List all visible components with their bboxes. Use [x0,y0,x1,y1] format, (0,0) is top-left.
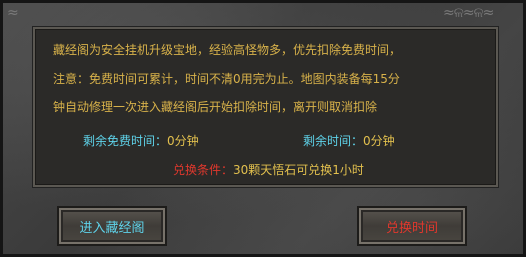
remaining-time-label: 剩余时间： [303,134,364,148]
exchange-label: 兑换条件： [173,163,234,177]
exchange-condition: 兑换条件：30颗天悟石可兑换1小时 [173,161,364,178]
dragon-ornament-left-icon: ≈ [7,5,19,21]
enter-library-label: 进入藏经阁 [79,220,145,236]
notice-line-1: 藏经阁为安全挂机升级宝地，经验高怪物多，优先扣除免费时间， [53,43,402,57]
free-time-label: 剩余免费时间： [83,134,168,148]
remaining-time-value: 0分钟 [363,134,395,148]
remaining-time-stat: 剩余时间：0分钟 [303,132,395,149]
notice-line-2: 注意：免费时间可累计，时间不清0用完为止。地图内装备每15分 [53,72,400,86]
redeem-time-button[interactable]: 兑换时间 [357,206,467,246]
free-time-value: 0分钟 [167,134,199,148]
enter-library-button[interactable]: 进入藏经阁 [57,206,167,246]
dialog-frame: ≈ ≈ଳ≈ଳ≈ 藏经阁为安全挂机升级宝地，经验高怪物多，优先扣除免费时间， 注意… [0,0,526,257]
free-time-stat: 剩余免费时间：0分钟 [83,132,199,149]
dragon-ornament-icon: ≈ଳ≈ଳ≈ [443,5,494,21]
redeem-time-label: 兑换时间 [385,220,438,236]
exchange-value: 30颗天悟石可兑换1小时 [233,163,364,177]
notice-line-3: 钟自动修理一次进入藏经阁后开始扣除时间，离开则取消扣除 [53,100,378,114]
